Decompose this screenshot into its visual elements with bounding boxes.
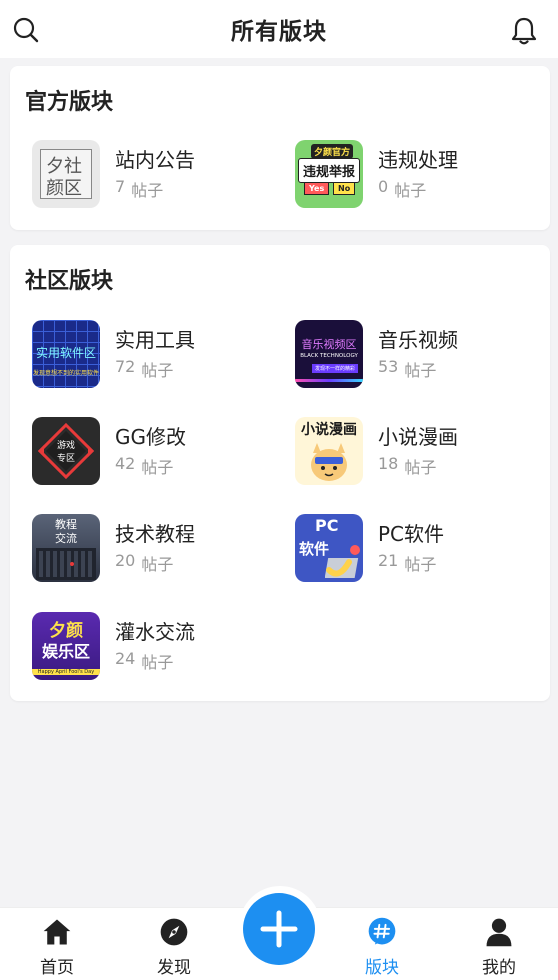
thumb-text: 小说漫画 xyxy=(301,422,357,438)
thumb-text: 违规举报 xyxy=(298,158,360,183)
board-item-music-video[interactable]: 音乐视频区 BLACK TECHNOLOGY 发现不一样的精彩 音乐视频 53 帖… xyxy=(295,319,545,389)
compass-icon xyxy=(160,918,188,946)
banana-laptop-icon xyxy=(325,545,360,578)
tab-label: 发现 xyxy=(157,958,191,978)
tab-profile[interactable]: 我的 xyxy=(459,916,539,978)
thumb-text: 实用软件区 xyxy=(35,346,96,360)
board-thumbnail-novel-comic: 小说漫画 xyxy=(295,417,363,485)
thumb-text: 交流 xyxy=(55,532,77,545)
board-item-announcements[interactable]: 夕社 颜区 站内公告 7 帖子 xyxy=(32,139,282,209)
post-count: 0 帖子 xyxy=(378,177,427,200)
tab-boards[interactable]: 版块 xyxy=(342,916,422,978)
board-thumbnail-tutorials: 教程 交流 xyxy=(32,514,100,582)
board-name: PC软件 xyxy=(378,522,445,546)
tab-label: 首页 xyxy=(40,958,74,978)
board-thumbnail-tools: 实用软件区 发现意想不到的实用软件 xyxy=(32,320,100,388)
thumb-text: Yes xyxy=(304,182,330,195)
keyboard-icon xyxy=(36,548,96,580)
board-item-chat[interactable]: 夕颜 娱乐区 Happy April Fool's Day 灌水交流 24 帖子 xyxy=(32,611,282,681)
thumb-text: 颜区 xyxy=(46,178,82,199)
thumb-text: 夕颜官方 xyxy=(311,144,354,159)
thumb-text: 专区 xyxy=(56,454,75,464)
board-name: 技术教程 xyxy=(115,522,195,546)
board-item-gg-mod[interactable]: 游戏 专区 GG修改 42 帖子 xyxy=(32,416,282,486)
thumb-text: No xyxy=(333,182,356,195)
board-thumbnail-music-video: 音乐视频区 BLACK TECHNOLOGY 发现不一样的精彩 xyxy=(295,320,363,388)
home-icon xyxy=(43,919,71,945)
post-count: 42 帖子 xyxy=(115,454,174,477)
board-item-novel-comic[interactable]: 小说漫画 小说漫画 18 帖子 xyxy=(295,416,545,486)
tab-label: 我的 xyxy=(482,958,516,978)
cat-mascot-icon xyxy=(311,443,347,481)
tab-discover[interactable]: 发现 xyxy=(134,916,214,978)
board-thumbnail-announcements: 夕社 颜区 xyxy=(32,140,100,208)
tab-home[interactable]: 首页 xyxy=(17,916,97,978)
board-name: 音乐视频 xyxy=(378,328,458,352)
board-name: 灌水交流 xyxy=(115,620,195,644)
post-count: 21 帖子 xyxy=(378,551,437,574)
board-name: 实用工具 xyxy=(115,328,195,352)
thumb-text: 娱乐区 xyxy=(41,642,90,661)
thumb-text: BLACK TECHNOLOGY xyxy=(300,353,358,359)
post-count: 7 帖子 xyxy=(115,177,164,200)
thumb-text: Happy April Fool's Day xyxy=(32,669,100,675)
post-count: 72 帖子 xyxy=(115,357,174,380)
board-thumbnail-chat: 夕颜 娱乐区 Happy April Fool's Day xyxy=(32,612,100,680)
post-count: 18 帖子 xyxy=(378,454,437,477)
official-section-card: 官方版块 夕社 颜区 站内公告 7 帖子 夕颜官方 违规举报 Yes No 违规处… xyxy=(10,66,550,230)
community-section-card: 社区版块 实用软件区 发现意想不到的实用软件 实用工具 72 帖子 音乐视频区 B… xyxy=(10,245,550,701)
board-name: 小说漫画 xyxy=(378,425,458,449)
board-name: GG修改 xyxy=(115,425,186,449)
section-title-community: 社区版块 xyxy=(25,269,114,294)
board-item-tutorials[interactable]: 教程 交流 技术教程 20 帖子 xyxy=(32,513,282,583)
search-icon[interactable] xyxy=(12,16,40,44)
post-count: 24 帖子 xyxy=(115,649,174,672)
bell-icon[interactable] xyxy=(510,16,538,46)
board-thumbnail-pc-software: PC 软件 xyxy=(295,514,363,582)
board-item-tools[interactable]: 实用软件区 发现意想不到的实用软件 实用工具 72 帖子 xyxy=(32,319,282,389)
hashtag-icon xyxy=(368,917,396,945)
tab-label: 版块 xyxy=(365,958,399,978)
board-thumbnail-violations: 夕颜官方 违规举报 Yes No xyxy=(295,140,363,208)
board-thumbnail-gg-mod: 游戏 专区 xyxy=(32,417,100,485)
user-icon xyxy=(486,918,512,947)
post-count: 53 帖子 xyxy=(378,357,437,380)
board-name: 违规处理 xyxy=(378,148,458,172)
board-item-violations[interactable]: 夕颜官方 违规举报 Yes No 违规处理 0 帖子 xyxy=(295,139,545,209)
board-name: 站内公告 xyxy=(115,148,195,172)
section-title-official: 官方版块 xyxy=(25,90,114,115)
thumb-text: PC xyxy=(315,516,339,535)
thumb-text: 发现不一样的精彩 xyxy=(312,364,359,373)
board-item-pc-software[interactable]: PC 软件 PC软件 21 帖子 xyxy=(295,513,545,583)
thumb-text: 音乐视频区 xyxy=(301,338,357,351)
top-bar: 所有版块 xyxy=(0,0,558,58)
plus-icon xyxy=(260,910,298,948)
create-post-button[interactable] xyxy=(243,893,315,965)
page-title: 所有版块 xyxy=(231,19,327,45)
post-count: 20 帖子 xyxy=(115,551,174,574)
thumb-text: 游戏 xyxy=(56,441,75,451)
thumb-text: 发现意想不到的实用软件 xyxy=(32,370,99,377)
